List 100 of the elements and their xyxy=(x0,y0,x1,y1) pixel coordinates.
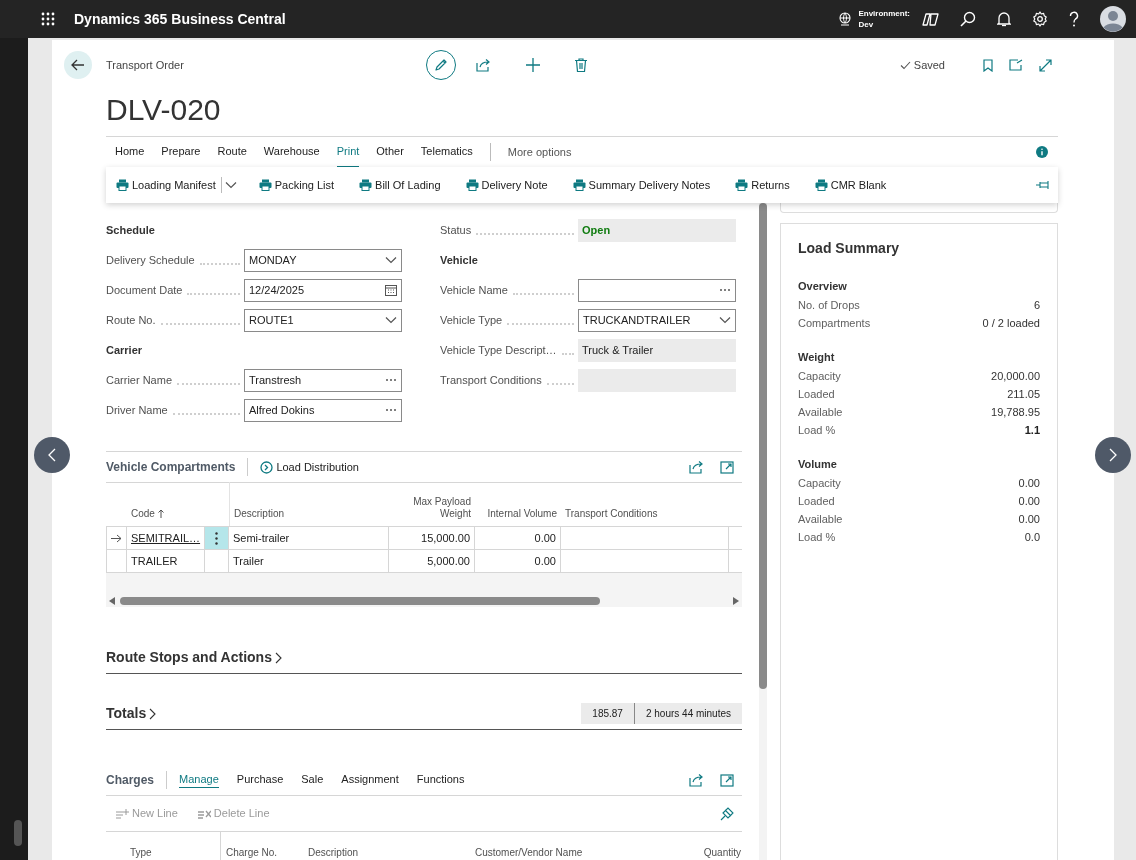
field-value: 0.00 xyxy=(1018,475,1040,491)
scroll-right-icon[interactable] xyxy=(732,597,739,605)
column-header[interactable]: Description xyxy=(308,847,359,860)
field-label: Status xyxy=(440,222,472,238)
input-field[interactable]: 12/24/2025 xyxy=(244,278,402,302)
field-value: 6 xyxy=(1033,297,1040,313)
ribbon-tab[interactable]: Other xyxy=(376,136,404,168)
input-field[interactable] xyxy=(578,278,736,302)
dropdown-field[interactable]: MONDAY xyxy=(244,248,402,272)
field-label: Driver Name xyxy=(106,402,168,418)
row-indicator-cell[interactable] xyxy=(106,550,127,572)
table-cell: Semi-trailer xyxy=(229,527,389,549)
expand-icon[interactable] xyxy=(720,460,734,474)
expand-icon[interactable] xyxy=(720,772,734,787)
part-tab[interactable]: Functions xyxy=(416,770,465,789)
share-icon[interactable] xyxy=(476,58,491,72)
column-header[interactable]: Description xyxy=(234,508,285,520)
ribbon-tab[interactable]: Prepare xyxy=(161,136,201,168)
print-action[interactable]: Loading Manifest xyxy=(116,176,237,194)
field-label: Vehicle Name xyxy=(440,282,508,298)
column-header[interactable]: Customer/Vendor Name xyxy=(475,847,583,860)
print-action[interactable]: Returns xyxy=(735,176,790,194)
scrollbar-thumb[interactable] xyxy=(14,820,22,846)
column-header[interactable]: Internal Volume xyxy=(487,508,557,520)
next-button[interactable] xyxy=(1095,437,1131,473)
field-value: 0.0 xyxy=(1024,529,1040,545)
section-toggle[interactable]: Route Stops and Actions xyxy=(106,647,282,668)
share-icon[interactable] xyxy=(689,460,704,474)
part-tab[interactable]: Manage xyxy=(179,770,219,789)
column-header[interactable]: Type xyxy=(130,847,152,860)
avatar[interactable] xyxy=(1100,6,1126,32)
bookmark-icon[interactable] xyxy=(983,58,993,72)
plus-icon[interactable] xyxy=(526,58,540,72)
expand-arrows-icon[interactable] xyxy=(1039,58,1052,72)
input-field[interactable]: Transtresh xyxy=(244,368,402,392)
scrollbar-thumb[interactable] xyxy=(759,203,767,689)
total-value: 185.87 xyxy=(581,703,634,724)
more-icon[interactable] xyxy=(385,378,397,382)
field-value: 1.1 xyxy=(1024,422,1040,438)
read-only-field: Truck & Trailer xyxy=(578,338,736,362)
section-toggle[interactable]: Totals xyxy=(106,703,157,724)
field-label: Compartments xyxy=(798,315,871,331)
vertical-dots-icon xyxy=(215,531,218,545)
column-header[interactable]: Code xyxy=(131,508,164,520)
row-menu-button[interactable] xyxy=(205,527,229,549)
column-header[interactable]: Quantity xyxy=(703,847,741,860)
table-cell: 0.00 xyxy=(475,527,561,549)
pin-icon[interactable] xyxy=(1036,180,1050,190)
delete-icon[interactable] xyxy=(575,58,587,72)
settings-icon[interactable] xyxy=(1032,11,1048,27)
share-icon[interactable] xyxy=(689,772,704,787)
print-action[interactable]: Packing List xyxy=(258,176,335,194)
field-label: Capacity xyxy=(798,475,841,491)
bell-icon[interactable] xyxy=(997,11,1011,27)
column-header[interactable]: Charge No. xyxy=(226,847,278,860)
app-launcher-icon[interactable] xyxy=(41,12,55,26)
chevron-down-icon xyxy=(224,181,237,189)
chevron-left-icon xyxy=(48,448,56,462)
ribbon-tab[interactable]: Warehouse xyxy=(263,136,320,168)
part-tab[interactable]: Sale xyxy=(301,770,324,789)
more-icon[interactable] xyxy=(719,288,731,292)
filter-pane-icon[interactable] xyxy=(720,806,734,821)
column-header[interactable]: Transport Conditions xyxy=(565,508,658,520)
row-indicator-cell[interactable] xyxy=(106,527,127,549)
more-options-button[interactable]: More options xyxy=(507,143,572,161)
scroll-left-icon[interactable] xyxy=(109,597,116,605)
field-label: Loaded xyxy=(798,386,835,402)
print-action[interactable]: Summary Delivery Notes xyxy=(572,176,711,194)
calendar-icon[interactable] xyxy=(385,284,397,296)
print-action[interactable]: Bill Of Lading xyxy=(359,176,441,194)
input-field[interactable]: Alfred Dokins xyxy=(244,398,402,422)
horizontal-scrollbar[interactable] xyxy=(106,595,742,607)
back-arrow-icon xyxy=(71,59,85,71)
print-action[interactable]: Delivery Note xyxy=(465,176,548,194)
field-label: Vehicle Type xyxy=(440,312,503,328)
dropdown-field[interactable]: TRUCKANDTRAILER xyxy=(578,308,736,332)
part-tab[interactable]: Purchase xyxy=(236,770,284,789)
field-label: Loaded xyxy=(798,493,835,509)
dropdown-field[interactable]: ROUTE1 xyxy=(244,308,402,332)
copilot-icon[interactable] xyxy=(922,11,939,27)
print-action[interactable]: CMR Blank xyxy=(814,176,887,194)
app-title[interactable]: Dynamics 365 Business Central xyxy=(74,8,286,30)
column-header[interactable]: Max Payload Weight xyxy=(393,496,471,520)
ribbon-tab[interactable]: Telematics xyxy=(420,136,473,168)
group-heading: Schedule xyxy=(106,222,155,238)
open-new-window-icon[interactable] xyxy=(1009,59,1023,71)
table-row[interactable]: SEMITRAIL… Semi-trailer 15,000.00 0.00 xyxy=(106,527,742,550)
more-icon[interactable] xyxy=(385,408,397,412)
previous-button[interactable] xyxy=(34,437,70,473)
search-icon[interactable] xyxy=(960,11,976,27)
back-button[interactable] xyxy=(64,51,92,79)
field-label: Transport Conditions xyxy=(440,372,542,388)
ribbon-tab[interactable]: Route xyxy=(217,136,247,168)
group-heading: Overview xyxy=(798,279,848,295)
chevron-right-icon xyxy=(149,707,157,720)
ribbon-tab[interactable]: Home xyxy=(115,136,145,168)
info-icon[interactable] xyxy=(1036,146,1048,158)
help-icon[interactable] xyxy=(1069,11,1079,27)
load-distribution-button[interactable]: Load Distribution xyxy=(260,458,359,476)
part-tab[interactable]: Assignment xyxy=(341,770,399,789)
